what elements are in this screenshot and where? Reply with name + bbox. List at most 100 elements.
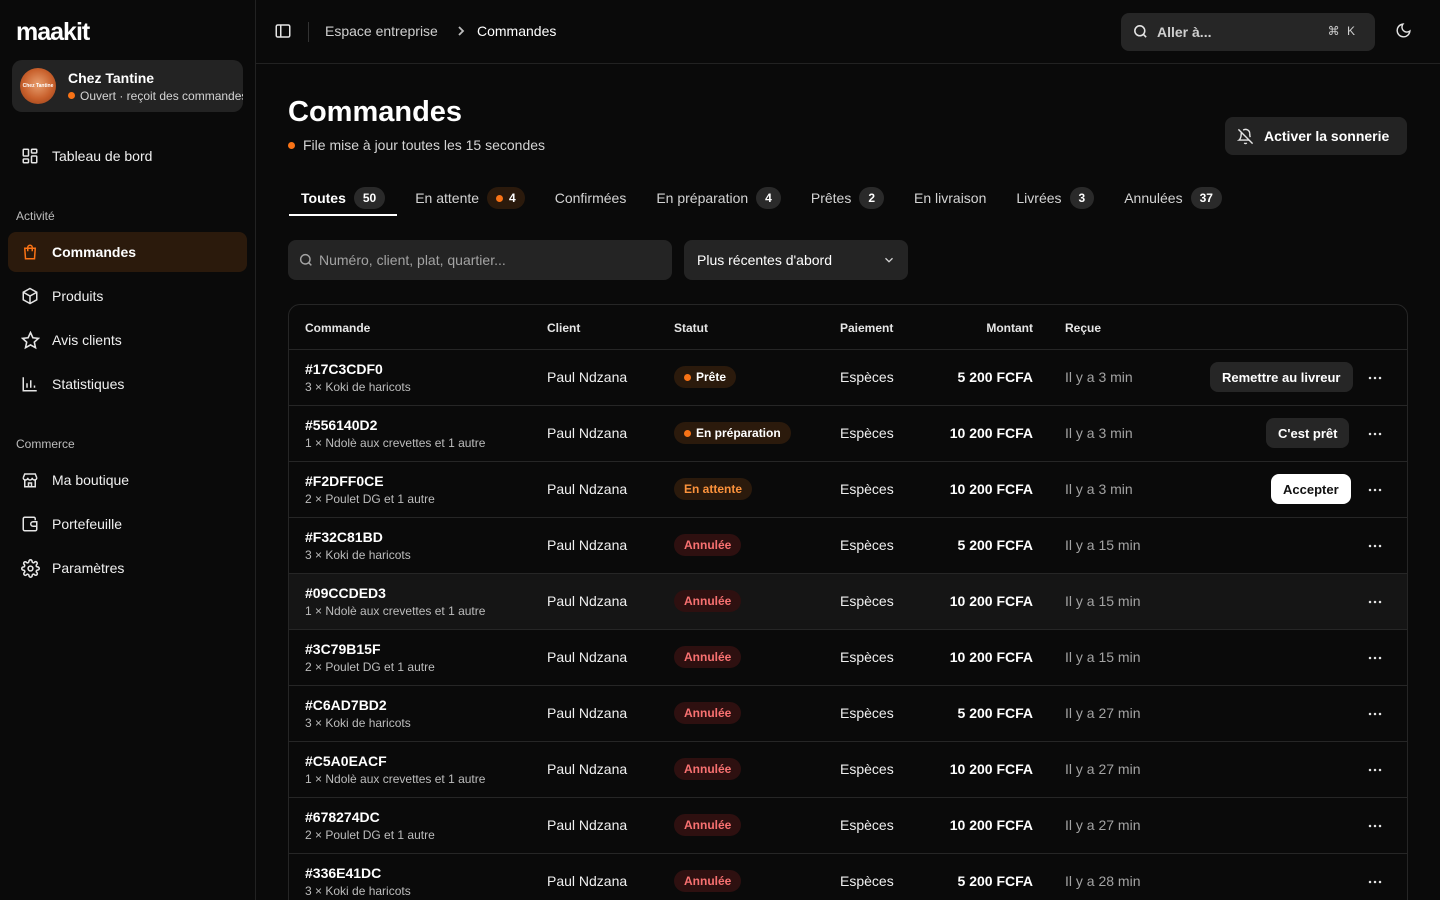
tab-count: 50 xyxy=(353,187,386,209)
table-row[interactable]: #3C79B15F 2 × Poulet DG et 1 autre Paul … xyxy=(289,630,1407,686)
tab-delivering[interactable]: En livraison xyxy=(902,180,998,216)
order-id[interactable]: #09CCDED3 xyxy=(305,585,386,601)
table-header: Commande Client Statut Paiement Montant … xyxy=(289,305,1407,350)
tab-cancelled[interactable]: Annulées 37 xyxy=(1112,180,1234,216)
status-badge: Prête xyxy=(674,366,737,388)
more-options-icon[interactable] xyxy=(1365,872,1385,892)
order-items: 2 × Poulet DG et 1 autre xyxy=(305,492,435,506)
bar-chart-icon xyxy=(20,374,40,394)
tab-confirmed[interactable]: Confirmées xyxy=(543,180,639,216)
table-row[interactable]: #09CCDED3 1 × Ndolè aux crevettes et 1 a… xyxy=(289,574,1407,630)
tab-delivered[interactable]: Livrées 3 xyxy=(1004,180,1106,216)
accept-order-button[interactable]: Accepter xyxy=(1271,474,1351,504)
more-options-icon[interactable] xyxy=(1365,760,1385,780)
payment-method: Espèces xyxy=(840,873,894,889)
order-id[interactable]: #336E41DC xyxy=(305,865,381,881)
table-row[interactable]: #17C3CDF0 3 × Koki de haricots Paul Ndza… xyxy=(289,350,1407,406)
sidebar-item-wallet[interactable]: Portefeuille xyxy=(8,504,247,544)
more-options-icon[interactable] xyxy=(1365,368,1385,388)
dashboard-icon xyxy=(20,146,40,166)
client-name: Paul Ndzana xyxy=(547,817,628,833)
more-options-icon[interactable] xyxy=(1365,536,1385,556)
column-header-amount: Montant xyxy=(986,321,1033,335)
more-options-icon[interactable] xyxy=(1365,816,1385,836)
tab-label: Prêtes xyxy=(810,190,852,206)
tab-count: 37 xyxy=(1190,187,1222,209)
status-badge: Annulée xyxy=(674,590,742,612)
more-options-icon[interactable] xyxy=(1365,480,1385,500)
tab-label: Livrées xyxy=(1016,190,1062,206)
order-id[interactable]: #678274DC xyxy=(305,809,380,825)
more-options-icon[interactable] xyxy=(1365,592,1385,612)
sidebar-item-shop[interactable]: Ma boutique xyxy=(8,460,247,500)
sidebar-item-stats[interactable]: Statistiques xyxy=(8,364,247,404)
keyboard-shortcut: ⌘ K xyxy=(1327,24,1357,38)
client-name: Paul Ndzana xyxy=(547,481,628,497)
order-id[interactable]: #3C79B15F xyxy=(305,641,381,657)
payment-method: Espèces xyxy=(840,705,894,721)
client-name: Paul Ndzana xyxy=(547,649,628,665)
order-id[interactable]: #556140D2 xyxy=(305,417,377,433)
tab-count-warning: 4 xyxy=(487,187,525,209)
sidebar-item-orders[interactable]: Commandes xyxy=(8,232,247,272)
sort-select[interactable]: Plus récentes d'abord xyxy=(684,240,908,280)
brand-logo[interactable]: maakit xyxy=(16,18,90,47)
table-row[interactable]: #F32C81BD 3 × Koki de haricots Paul Ndza… xyxy=(289,518,1407,574)
box-icon xyxy=(20,286,40,306)
table-row[interactable]: #556140D2 1 × Ndolè aux crevettes et 1 a… xyxy=(289,406,1407,462)
sidebar-item-label: Paramètres xyxy=(52,560,125,576)
moon-icon[interactable] xyxy=(1395,22,1415,42)
order-amount: 5 200 FCFA xyxy=(957,369,1033,385)
more-options-icon[interactable] xyxy=(1365,704,1385,724)
gear-icon xyxy=(20,558,40,578)
sidebar-toggle-icon[interactable] xyxy=(274,22,294,42)
command-search[interactable]: Aller à... ⌘ K xyxy=(1121,13,1375,51)
more-options-icon[interactable] xyxy=(1365,424,1385,444)
status-badge: Annulée xyxy=(674,758,742,780)
breadcrumb-current: Commandes xyxy=(477,23,557,39)
client-name: Paul Ndzana xyxy=(547,425,628,441)
table-row[interactable]: #C5A0EACF 1 × Ndolè aux crevettes et 1 a… xyxy=(289,742,1407,798)
shop-avatar-text: Chez Tantine xyxy=(22,83,54,89)
received-time: Il y a 27 min xyxy=(1065,817,1141,833)
status-dot xyxy=(68,92,75,99)
order-id[interactable]: #F2DFF0CE xyxy=(305,473,384,489)
order-items: 1 × Ndolè aux crevettes et 1 autre xyxy=(305,772,486,786)
order-id[interactable]: #C5A0EACF xyxy=(305,753,387,769)
order-id[interactable]: #C6AD7BD2 xyxy=(305,697,387,713)
live-dot xyxy=(288,142,295,149)
enable-ringtone-button[interactable]: Activer la sonnerie xyxy=(1225,117,1407,155)
status-badge: En attente xyxy=(674,478,753,500)
sort-select-value: Plus récentes d'abord xyxy=(697,252,832,268)
status-badge: Annulée xyxy=(674,814,742,836)
sidebar-item-reviews[interactable]: Avis clients xyxy=(8,320,247,360)
sidebar-item-products[interactable]: Produits xyxy=(8,276,247,316)
order-id[interactable]: #17C3CDF0 xyxy=(305,361,383,377)
received-time: Il y a 27 min xyxy=(1065,761,1141,777)
shop-switcher[interactable]: Chez Tantine Chez Tantine Ouvert · reçoi… xyxy=(12,60,243,112)
received-time: Il y a 3 min xyxy=(1065,369,1133,385)
tab-pending[interactable]: En attente 4 xyxy=(403,180,537,216)
mark-ready-button[interactable]: C'est prêt xyxy=(1266,418,1350,448)
tab-all[interactable]: Toutes 50 xyxy=(289,180,398,216)
client-name: Paul Ndzana xyxy=(547,705,628,721)
tab-preparing[interactable]: En préparation 4 xyxy=(644,180,793,216)
order-id[interactable]: #F32C81BD xyxy=(305,529,383,545)
hand-to-driver-button[interactable]: Remettre au livreur xyxy=(1210,362,1353,392)
shop-avatar: Chez Tantine xyxy=(20,68,56,104)
payment-method: Espèces xyxy=(840,481,894,497)
table-row[interactable]: #678274DC 2 × Poulet DG et 1 autre Paul … xyxy=(289,798,1407,854)
sidebar-item-settings[interactable]: Paramètres xyxy=(8,548,247,588)
more-options-icon[interactable] xyxy=(1365,648,1385,668)
table-row[interactable]: #F2DFF0CE 2 × Poulet DG et 1 autre Paul … xyxy=(289,462,1407,518)
sidebar-item-dashboard[interactable]: Tableau de bord xyxy=(8,136,247,176)
received-time: Il y a 15 min xyxy=(1065,537,1141,553)
orders-search-input[interactable]: Numéro, client, plat, quartier... xyxy=(288,240,672,280)
breadcrumb-parent[interactable]: Espace entreprise xyxy=(325,23,438,39)
sidebar-item-label: Ma boutique xyxy=(52,472,130,488)
table-row[interactable]: #336E41DC 3 × Koki de haricots Paul Ndza… xyxy=(289,854,1407,900)
tab-ready[interactable]: Prêtes 2 xyxy=(799,180,896,216)
order-amount: 5 200 FCFA xyxy=(957,873,1033,889)
tab-count: 4 xyxy=(509,191,516,205)
table-row[interactable]: #C6AD7BD2 3 × Koki de haricots Paul Ndza… xyxy=(289,686,1407,742)
